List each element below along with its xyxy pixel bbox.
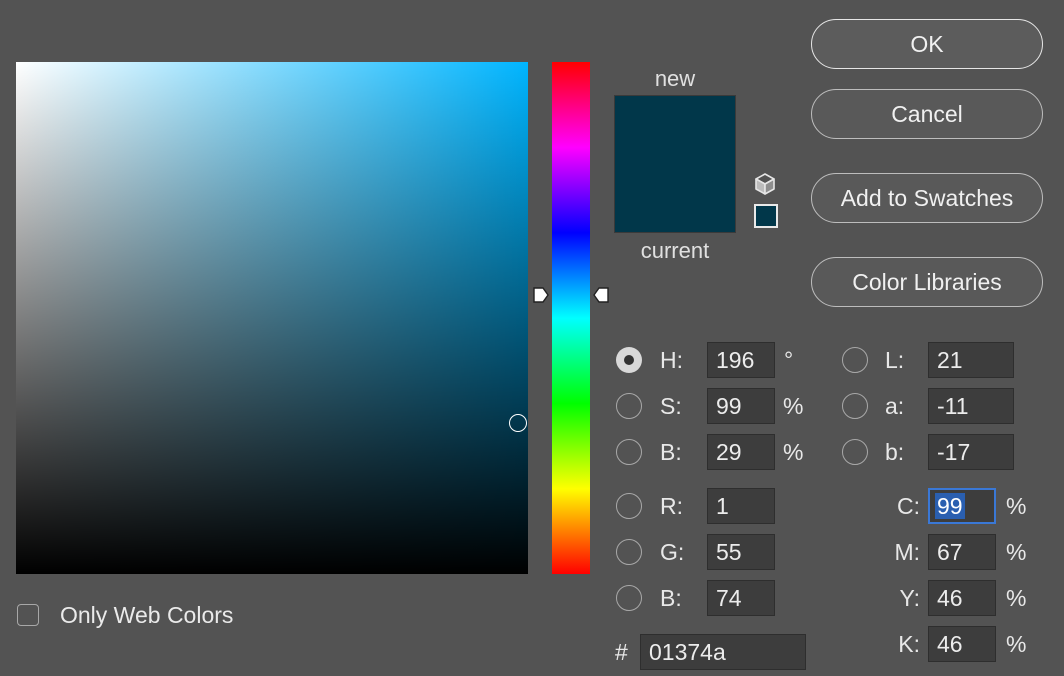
brightness-unit: %	[783, 439, 804, 465]
lab-b-label: b:	[885, 439, 905, 465]
radio-a[interactable]	[842, 393, 868, 419]
new-label: new	[654, 66, 696, 91]
radio-h[interactable]	[616, 347, 642, 373]
radio-r[interactable]	[616, 493, 642, 519]
l-label: L:	[885, 347, 905, 373]
a-label: a:	[885, 393, 905, 419]
radio-l[interactable]	[842, 347, 868, 373]
radio-blue[interactable]	[616, 585, 642, 611]
l-input[interactable]: 21	[928, 342, 1014, 378]
k-label: K:	[898, 631, 920, 657]
ok-button[interactable]: OK	[811, 19, 1043, 69]
g-input[interactable]: 55	[707, 534, 775, 570]
brightness-label: B:	[660, 439, 682, 465]
a-input[interactable]: -11	[928, 388, 1014, 424]
c-input[interactable]: 99	[928, 488, 996, 524]
s-label: S:	[660, 393, 682, 419]
k-input[interactable]: 46	[928, 626, 996, 662]
m-input[interactable]: 67	[928, 534, 996, 570]
hex-label: #	[615, 639, 628, 665]
radio-brightness[interactable]	[616, 439, 642, 465]
hex-input[interactable]: 01374a	[640, 634, 806, 670]
only-web-colors-checkbox[interactable]	[17, 604, 39, 626]
h-unit: °	[784, 347, 794, 373]
c-input-selection: 99	[935, 493, 965, 519]
saturation-brightness-field[interactable]	[16, 62, 528, 574]
y-input[interactable]: 46	[928, 580, 996, 616]
hue-left-arrow-icon[interactable]	[532, 286, 550, 304]
web-safe-swatch[interactable]	[754, 204, 778, 228]
m-unit: %	[1006, 539, 1027, 565]
hue-right-arrow-icon[interactable]	[592, 286, 610, 304]
r-label: R:	[660, 493, 683, 519]
m-label: M:	[894, 539, 920, 565]
g-label: G:	[660, 539, 685, 565]
brightness-input[interactable]: 29	[707, 434, 775, 470]
radio-g[interactable]	[616, 539, 642, 565]
cancel-button[interactable]: Cancel	[811, 89, 1043, 139]
y-unit: %	[1006, 585, 1027, 611]
hue-slider[interactable]	[552, 62, 590, 574]
radio-s[interactable]	[616, 393, 642, 419]
s-unit: %	[783, 393, 804, 419]
s-input[interactable]: 99	[707, 388, 775, 424]
r-input[interactable]: 1	[707, 488, 775, 524]
color-picker-marker[interactable]	[509, 414, 527, 432]
lab-b-input[interactable]: -17	[928, 434, 1014, 470]
c-unit: %	[1006, 493, 1027, 519]
cube-icon[interactable]	[753, 172, 777, 196]
blue-input[interactable]: 74	[707, 580, 775, 616]
h-input[interactable]: 196	[707, 342, 775, 378]
only-web-colors-label[interactable]: Only Web Colors	[60, 600, 233, 630]
blue-label: B:	[660, 585, 682, 611]
color-libraries-button[interactable]: Color Libraries	[811, 257, 1043, 307]
y-label: Y:	[899, 585, 920, 611]
k-unit: %	[1006, 631, 1027, 657]
new-current-swatch[interactable]	[614, 95, 736, 233]
c-label: C:	[897, 493, 920, 519]
radio-lab-b[interactable]	[842, 439, 868, 465]
h-label: H:	[660, 347, 683, 373]
current-label: current	[640, 238, 710, 263]
add-to-swatches-button[interactable]: Add to Swatches	[811, 173, 1043, 223]
